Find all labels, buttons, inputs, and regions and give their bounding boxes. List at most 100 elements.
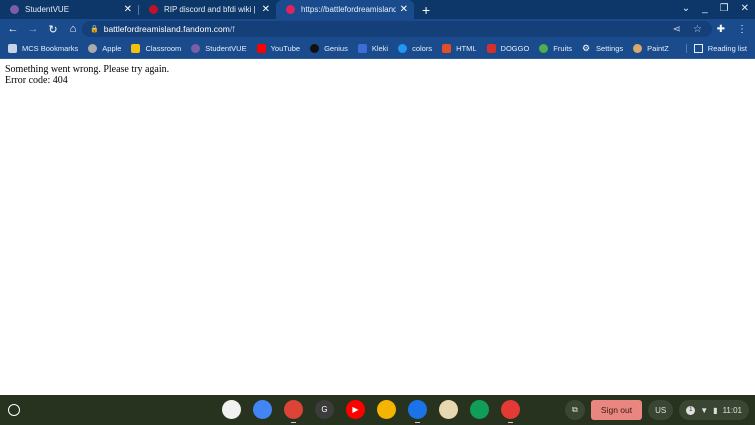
- bookmark-label: colors: [412, 44, 433, 53]
- close-tab-icon[interactable]: ✕: [400, 4, 408, 15]
- forward-icon[interactable]: →: [24, 23, 42, 35]
- folder-icon: [8, 44, 17, 53]
- bookmark-star-icon[interactable]: ☆: [693, 24, 702, 35]
- fruits-icon: [539, 44, 549, 53]
- tab-title: RIP discord and bfdi wiki | Fandom: [164, 5, 258, 14]
- bookmark-label: Fruits: [553, 44, 573, 53]
- sign-out-button[interactable]: Sign out: [590, 400, 643, 420]
- fandom-favicon-icon: [149, 5, 158, 14]
- url-path: /f: [229, 24, 235, 34]
- address-bar[interactable]: 🔒 battlefordreamisland.fandom.com/f ⋖ ☆: [82, 21, 712, 37]
- files-app-icon[interactable]: [408, 400, 427, 423]
- error-message: Something went wrong. Please try again.: [5, 64, 170, 75]
- bookmark-label: StudentVUE: [205, 44, 247, 53]
- reading-list-button[interactable]: Reading list: [685, 44, 747, 53]
- reading-list-icon: [693, 44, 703, 53]
- reading-list-label: Reading list: [707, 44, 747, 53]
- bookmark-label: Kleki: [371, 44, 389, 53]
- tab-title: https://battlefordreamisland.fandom.com/…: [301, 5, 396, 14]
- restore-icon[interactable]: ❐: [720, 3, 729, 14]
- gear-icon: ⚙: [582, 43, 591, 53]
- youtube-app-icon[interactable]: ▶: [346, 400, 365, 419]
- notification-count: 1: [686, 405, 696, 415]
- bookmark-label: YouTube: [270, 44, 301, 53]
- bookmark-label: MCS Bookmarks: [22, 44, 79, 53]
- tab-search-icon[interactable]: ⌄: [682, 3, 690, 14]
- system-tray-button[interactable]: 1 ▼ ▮ 11:01: [679, 400, 749, 420]
- bookmark-settings[interactable]: ⚙ Settings: [582, 43, 624, 54]
- battery-icon: ▮: [713, 405, 718, 415]
- bookmark-classroom[interactable]: Classroom: [131, 44, 181, 53]
- bookmark-label: Genius: [324, 44, 348, 53]
- tab-title: StudentVUE: [25, 5, 70, 14]
- bookmark-apple[interactable]: Apple: [88, 44, 121, 53]
- paint-app-icon[interactable]: [439, 400, 458, 419]
- kleki-icon: [357, 44, 367, 53]
- bookmark-paintz[interactable]: PaintZ: [633, 44, 669, 53]
- classroom-icon: [131, 44, 141, 53]
- paw-icon: [486, 44, 496, 53]
- toolbar: ← → ↻ ⌂ 🔒 battlefordreamisland.fandom.co…: [0, 19, 755, 39]
- tab-studentvue[interactable]: StudentVUE ✕: [0, 0, 138, 19]
- apple-icon: [88, 44, 98, 53]
- home-icon[interactable]: ⌂: [64, 23, 82, 35]
- bookmark-studentvue[interactable]: StudentVUE: [191, 44, 247, 53]
- fandom-favicon-icon: [286, 5, 295, 14]
- shelf: G ▶ ⧉ Sign out US 1 ▼ ▮ 11:01: [0, 395, 755, 425]
- studentvue-icon: [191, 44, 201, 53]
- bookmarks-bar: MCS Bookmarks Apple Classroom StudentVUE…: [0, 39, 755, 59]
- pinned-apps: G ▶: [222, 400, 520, 423]
- bookmark-colors[interactable]: colors: [398, 44, 432, 53]
- bookmark-youtube[interactable]: YouTube: [256, 44, 301, 53]
- bookmark-html[interactable]: HTML: [442, 44, 477, 53]
- status-tray: ⧉ Sign out US 1 ▼ ▮ 11:01: [564, 400, 755, 420]
- window-controls: ⌄ _ ❐ ✕: [682, 3, 749, 14]
- bookmark-label: Apple: [102, 44, 122, 53]
- tab-strip: StudentVUE ✕ RIP discord and bfdi wiki |…: [0, 0, 755, 19]
- share-icon[interactable]: ⋖: [673, 24, 681, 35]
- reload-icon[interactable]: ↻: [44, 23, 62, 36]
- clock: 11:01: [722, 405, 742, 415]
- bookmark-fruits[interactable]: Fruits: [539, 44, 572, 53]
- bookmark-doggo[interactable]: DOGGO: [486, 44, 530, 53]
- genius-icon: [310, 44, 320, 53]
- extensions-icon[interactable]: ✚: [717, 24, 725, 35]
- chrome-remote-app-icon[interactable]: [222, 400, 241, 419]
- launcher-icon[interactable]: [8, 404, 20, 416]
- bookmark-label: DOGGO: [500, 44, 530, 53]
- studentvue-favicon-icon: [10, 5, 19, 14]
- bookmark-label: Settings: [596, 44, 624, 53]
- chrome-app-icon[interactable]: [284, 400, 303, 423]
- error-code: Error code: 404: [5, 75, 68, 86]
- slides-app-icon[interactable]: [377, 400, 396, 419]
- bookmark-genius[interactable]: Genius: [310, 44, 348, 53]
- ime-indicator[interactable]: US: [648, 400, 674, 420]
- g-app-app-icon[interactable]: G: [315, 400, 334, 419]
- new-tab-button[interactable]: +: [422, 2, 430, 18]
- close-tab-icon[interactable]: ✕: [124, 4, 132, 15]
- classroom-app-icon[interactable]: [470, 400, 489, 419]
- wifi-icon: ▼: [700, 405, 709, 415]
- bookmark-mcs-bookmarks[interactable]: MCS Bookmarks: [8, 44, 78, 53]
- palette-icon: [633, 44, 643, 53]
- youtube-icon: [256, 44, 266, 53]
- colors-icon: [398, 44, 408, 53]
- menu-kebab-icon[interactable]: ⋮: [737, 24, 747, 35]
- close-tab-icon[interactable]: ✕: [262, 4, 270, 15]
- screencast-app-icon[interactable]: [501, 400, 520, 423]
- bookmark-label: HTML: [456, 44, 477, 53]
- tab-rip-discord[interactable]: RIP discord and bfdi wiki | Fandom ✕: [139, 0, 276, 19]
- bookmark-label: PaintZ: [647, 44, 669, 53]
- bookmark-label: Classroom: [145, 44, 182, 53]
- docs-app-icon[interactable]: [253, 400, 272, 419]
- url-host: battlefordreamisland.fandom.com: [103, 24, 230, 34]
- back-icon[interactable]: ←: [4, 23, 22, 35]
- minimize-icon[interactable]: _: [702, 3, 708, 14]
- page-content: Something went wrong. Please try again. …: [5, 64, 169, 86]
- tab-battlefordreamisland[interactable]: https://battlefordreamisland.fandom.com/…: [276, 0, 414, 19]
- virtual-desks-icon[interactable]: ⧉: [564, 400, 585, 420]
- lock-icon[interactable]: 🔒: [90, 25, 99, 33]
- close-window-icon[interactable]: ✕: [741, 3, 749, 14]
- html-icon: [442, 44, 452, 53]
- bookmark-kleki[interactable]: Kleki: [357, 44, 389, 53]
